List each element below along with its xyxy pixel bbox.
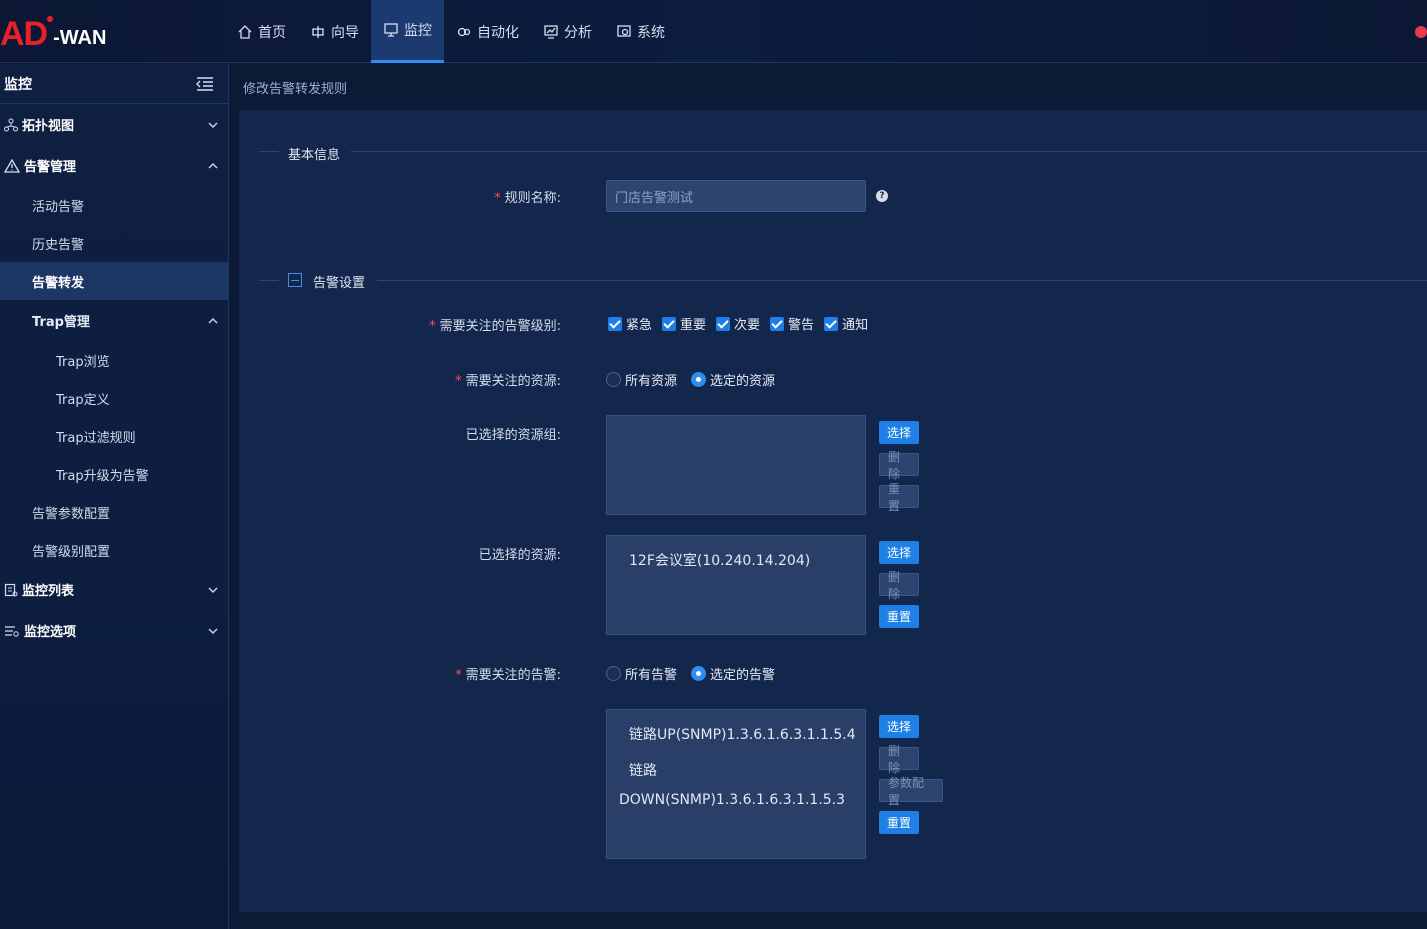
alarms-reset-button[interactable]: 重置 [879, 811, 919, 834]
sidebar-item-monitor-list[interactable]: 监控列表 [0, 569, 228, 610]
checkbox-checked-icon [662, 316, 677, 331]
chevron-up-icon [208, 317, 218, 323]
radio-all-alarms[interactable]: 所有告警 [606, 664, 677, 683]
resources-delete-button[interactable]: 删除 [879, 570, 919, 601]
sidebar-item-alarm-param[interactable]: 告警参数配置 [0, 493, 228, 531]
resource-label: * 需要关注的资源: [455, 374, 561, 389]
warning-icon [4, 158, 20, 173]
chevron-down-icon [208, 122, 218, 128]
checkbox-checked-icon [608, 316, 622, 331]
nav-automation[interactable]: 自动化 [444, 0, 531, 63]
sidebar-item-trap-browse[interactable]: Trap浏览 [0, 341, 228, 379]
alarms-label: * 需要关注的告警: [455, 668, 561, 683]
resources-label: 已选择的资源: [478, 548, 561, 563]
help-icon[interactable]: ? [876, 190, 888, 202]
list-item[interactable]: 链路UP(SNMP)1.3.6.1.6.3.1.1.5.4 [629, 724, 856, 744]
level-checkbox[interactable]: 重要 [662, 314, 706, 333]
sidebar-item-history-alarm[interactable]: 历史告警 [0, 224, 228, 262]
alarms-delete-button[interactable]: 删除 [879, 744, 919, 775]
radio-selected-alarms[interactable]: 选定的告警 [691, 664, 775, 683]
level-checkbox[interactable]: 紧急 [608, 314, 652, 333]
logo: AD -WAN [0, 15, 107, 53]
sidebar-item-trap-mgmt[interactable]: Trap管理 [0, 300, 228, 341]
checkbox-checked-icon [824, 316, 839, 331]
sidebar-item-alarm-forward[interactable]: 告警转发 [0, 262, 228, 300]
home-icon [238, 24, 252, 39]
nav-system[interactable]: 系统 [604, 0, 677, 63]
alert-indicator-icon[interactable] [1415, 26, 1427, 38]
radio-off-icon [606, 666, 621, 681]
sidebar-item-trap-upgrade[interactable]: Trap升级为告警 [0, 455, 228, 493]
rule-name-input[interactable]: 门店告警测试 [606, 180, 866, 212]
resources-list[interactable]: 12F会议室(10.240.14.204) [606, 535, 866, 635]
list-doc-icon [4, 583, 18, 596]
breadcrumb: 修改告警转发规则 [243, 82, 348, 97]
radio-all-resources[interactable]: 所有资源 [606, 370, 677, 389]
topology-icon [4, 118, 18, 131]
sidebar-item-trap-define[interactable]: Trap定义 [0, 379, 228, 417]
monitor-icon [384, 23, 398, 37]
rule-name-label: * 规则名称: [494, 191, 561, 206]
resource-group-select-button[interactable]: 选择 [879, 421, 919, 444]
resource-group-reset-button[interactable]: 重置 [879, 482, 919, 513]
resource-group-list[interactable] [606, 415, 866, 515]
level-checkbox[interactable]: 次要 [716, 314, 760, 333]
collapse-menu-icon[interactable] [196, 76, 214, 92]
wizard-icon [312, 25, 324, 38]
top-header: AD -WAN 首页 向导 监控 自动化 分析 系统 [0, 0, 1427, 63]
list-item[interactable]: 12F会议室(10.240.14.204) [629, 550, 810, 570]
checkbox-checked-icon [716, 316, 731, 331]
section-basic-title: 基本信息 [288, 148, 341, 163]
resource-group-label: 已选择的资源组: [465, 428, 561, 443]
alarms-list[interactable]: 链路UP(SNMP)1.3.6.1.6.3.1.1.5.4 链路 DOWN(SN… [606, 709, 866, 859]
sidebar: 监控 拓扑视图 告警管理 活动告警 历史告警 告警转发 Trap管理 Trap浏… [0, 64, 229, 929]
resources-select-button[interactable]: 选择 [879, 541, 919, 564]
section-alarm-title: 告警设置 [313, 276, 366, 291]
sidebar-header: 监控 [0, 64, 228, 104]
levels-label: * 需要关注的告警级别: [429, 319, 561, 334]
sidebar-item-alarm-mgmt[interactable]: 告警管理 [0, 145, 228, 186]
collapse-section-icon[interactable] [288, 273, 302, 287]
system-icon [617, 24, 631, 37]
sidebar-item-trap-filter[interactable]: Trap过滤规则 [0, 417, 228, 455]
resource-group-delete-button[interactable]: 删除 [879, 450, 919, 481]
resources-reset-button[interactable]: 重置 [879, 605, 919, 628]
nav-analysis[interactable]: 分析 [531, 0, 604, 63]
alarms-radio-group: 所有告警 选定的告警 [606, 664, 775, 683]
nav-monitor[interactable]: 监控 [371, 0, 444, 63]
level-checkbox[interactable]: 警告 [770, 314, 814, 333]
radio-off-icon [606, 372, 621, 387]
analysis-icon [544, 24, 558, 39]
sidebar-item-topology[interactable]: 拓扑视图 [0, 104, 228, 145]
radio-on-icon [691, 372, 707, 387]
form-panel: 基本信息 * 规则名称: 门店告警测试 ? 告警设置 * 需要关注的告警级别: 紧急… [239, 110, 1427, 912]
alarms-select-button[interactable]: 选择 [879, 715, 919, 738]
list-item[interactable]: DOWN(SNMP)1.3.6.1.6.3.1.1.5.3 [619, 792, 845, 808]
chevron-up-icon [208, 162, 218, 168]
list-item[interactable]: 链路 [629, 760, 657, 780]
sidebar-item-alarm-level[interactable]: 告警级别配置 [0, 531, 228, 569]
radio-selected-resources[interactable]: 选定的资源 [691, 370, 775, 389]
level-checkbox[interactable]: 通知 [824, 314, 868, 333]
chevron-down-icon [208, 628, 218, 634]
sidebar-item-active-alarm[interactable]: 活动告警 [0, 186, 228, 224]
alarms-param-config-button[interactable]: 参数配置 [879, 776, 943, 807]
chevron-down-icon [208, 587, 218, 593]
sidebar-item-monitor-options[interactable]: 监控选项 [0, 610, 228, 651]
radio-on-icon [691, 666, 707, 681]
resource-radio-group: 所有资源 选定的资源 [606, 370, 775, 389]
main-nav: 首页 向导 监控 自动化 分析 系统 [225, 0, 677, 63]
level-checkboxes: 紧急 重要 次要 警告 通知 [608, 314, 868, 333]
automation-icon [457, 27, 471, 36]
options-icon [5, 625, 19, 637]
nav-wizard[interactable]: 向导 [298, 0, 371, 63]
nav-home[interactable]: 首页 [225, 0, 298, 63]
checkbox-checked-icon [770, 316, 785, 331]
